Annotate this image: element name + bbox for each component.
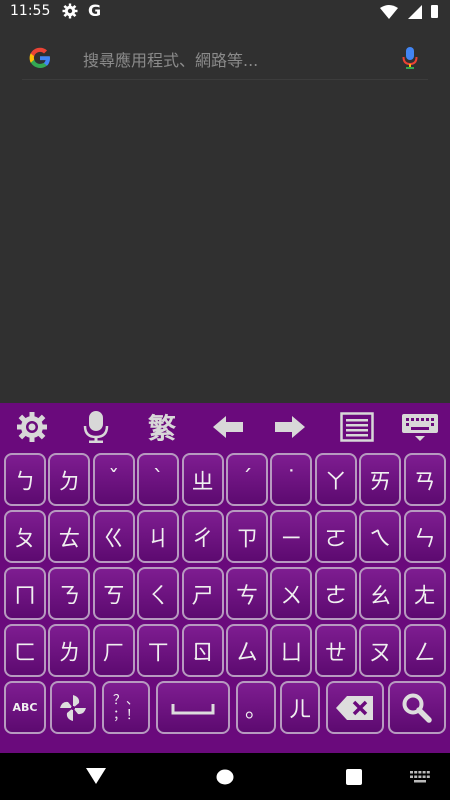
key-row1-5[interactable]: ㄓ bbox=[181, 453, 224, 506]
key-row3-8[interactable]: ㄜ bbox=[314, 567, 357, 620]
cursor-right-arrow-icon[interactable] bbox=[270, 409, 310, 445]
zhuyin-keyboard: 繁 ㄅ ㄉ ˇ ˋ ㄓ ˊ ˙ ㄚ ㄞ ㄢ ㄆ ㄊ ㄍ ㄐ ㄔ ㄗ ㄧ ㄛ ㄟ … bbox=[0, 403, 450, 753]
er-key[interactable]: ㄦ bbox=[280, 681, 320, 734]
key-row2-4[interactable]: ㄐ bbox=[137, 510, 180, 563]
keyboard-voice-mic-icon[interactable] bbox=[78, 409, 114, 445]
voice-search-mic-icon[interactable] bbox=[402, 46, 418, 70]
backspace-icon bbox=[336, 695, 373, 720]
google-logo-icon bbox=[29, 47, 50, 68]
key-row2-7[interactable]: ㄧ bbox=[270, 510, 313, 563]
backspace-key[interactable] bbox=[326, 681, 384, 734]
key-row2-3[interactable]: ㄍ bbox=[92, 510, 135, 563]
status-time: 11:55 bbox=[10, 3, 51, 19]
key-row2-1[interactable]: ㄆ bbox=[4, 510, 46, 563]
abc-switch-key[interactable]: ABC bbox=[4, 681, 46, 734]
key-row4-6[interactable]: ㄙ bbox=[226, 624, 268, 677]
search-bar[interactable]: 搜尋應用程式、網路等... bbox=[22, 37, 428, 80]
key-row2-5[interactable]: ㄔ bbox=[181, 510, 224, 563]
key-row3-9[interactable]: ㄠ bbox=[359, 567, 402, 620]
clipboard-text-icon[interactable] bbox=[336, 409, 378, 445]
navigation-bar bbox=[0, 753, 450, 800]
key-row1-4[interactable]: ˋ bbox=[137, 453, 180, 506]
key-row4-9[interactable]: ㄡ bbox=[359, 624, 402, 677]
cursor-left-arrow-icon[interactable] bbox=[208, 409, 248, 445]
home-circle-icon[interactable] bbox=[216, 769, 234, 785]
key-row2-9[interactable]: ㄟ bbox=[359, 510, 402, 563]
key-row3-10[interactable]: ㄤ bbox=[403, 567, 446, 620]
keyboard-toolbar: 繁 bbox=[0, 403, 450, 451]
key-row4-5[interactable]: ㄖ bbox=[181, 624, 224, 677]
status-bar: 11:55 G bbox=[0, 0, 450, 24]
key-row4-3[interactable]: ㄏ bbox=[92, 624, 135, 677]
traditional-chinese-toggle[interactable]: 繁 bbox=[140, 409, 184, 445]
space-bar-icon bbox=[171, 703, 215, 714]
keyboard-hide-icon[interactable] bbox=[398, 409, 442, 445]
key-row1-6[interactable]: ˊ bbox=[226, 453, 268, 506]
key-row2-8[interactable]: ㄛ bbox=[314, 510, 357, 563]
swirl-mode-key[interactable] bbox=[50, 681, 96, 734]
key-row3-5[interactable]: ㄕ bbox=[181, 567, 224, 620]
key-row4-8[interactable]: ㄝ bbox=[314, 624, 357, 677]
settings-gear-icon bbox=[62, 3, 78, 19]
keyboard-settings-gear-icon[interactable] bbox=[12, 409, 52, 445]
key-row1-10[interactable]: ㄢ bbox=[403, 453, 446, 506]
punctuation-key[interactable]: ？、 ；！ bbox=[102, 681, 150, 734]
key-row4-2[interactable]: ㄌ bbox=[48, 624, 91, 677]
keyboard-switch-icon[interactable] bbox=[410, 771, 430, 783]
key-row3-6[interactable]: ㄘ bbox=[226, 567, 268, 620]
key-row2-6[interactable]: ㄗ bbox=[226, 510, 268, 563]
cell-signal-icon bbox=[408, 5, 422, 19]
key-row4-4[interactable]: ㄒ bbox=[137, 624, 180, 677]
pinwheel-icon bbox=[60, 694, 86, 721]
recents-square-icon[interactable] bbox=[346, 769, 362, 785]
key-row1-9[interactable]: ㄞ bbox=[359, 453, 402, 506]
key-row1-3[interactable]: ˇ bbox=[92, 453, 135, 506]
key-row3-3[interactable]: ㄎ bbox=[92, 567, 135, 620]
google-notification-icon: G bbox=[88, 1, 102, 20]
key-row1-8[interactable]: ㄚ bbox=[314, 453, 357, 506]
key-row4-10[interactable]: ㄥ bbox=[403, 624, 446, 677]
space-bar-key[interactable] bbox=[156, 681, 230, 734]
key-row4-1[interactable]: ㄈ bbox=[4, 624, 46, 677]
search-key[interactable] bbox=[388, 681, 446, 734]
back-triangle-icon[interactable] bbox=[86, 768, 106, 784]
key-row1-7[interactable]: ˙ bbox=[270, 453, 313, 506]
key-row3-1[interactable]: ㄇ bbox=[4, 567, 46, 620]
key-row1-2[interactable]: ㄉ bbox=[48, 453, 91, 506]
key-row2-2[interactable]: ㄊ bbox=[48, 510, 91, 563]
search-placeholder[interactable]: 搜尋應用程式、網路等... bbox=[83, 47, 258, 71]
key-row2-10[interactable]: ㄣ bbox=[403, 510, 446, 563]
key-row4-7[interactable]: ㄩ bbox=[270, 624, 313, 677]
key-row3-2[interactable]: ㄋ bbox=[48, 567, 91, 620]
wifi-icon bbox=[380, 5, 398, 19]
key-row3-4[interactable]: ㄑ bbox=[137, 567, 180, 620]
period-key[interactable]: 。 bbox=[236, 681, 276, 734]
key-row1-1[interactable]: ㄅ bbox=[4, 453, 46, 506]
battery-icon bbox=[431, 5, 438, 18]
key-row3-7[interactable]: ㄨ bbox=[270, 567, 313, 620]
search-magnifier-icon bbox=[402, 693, 432, 723]
